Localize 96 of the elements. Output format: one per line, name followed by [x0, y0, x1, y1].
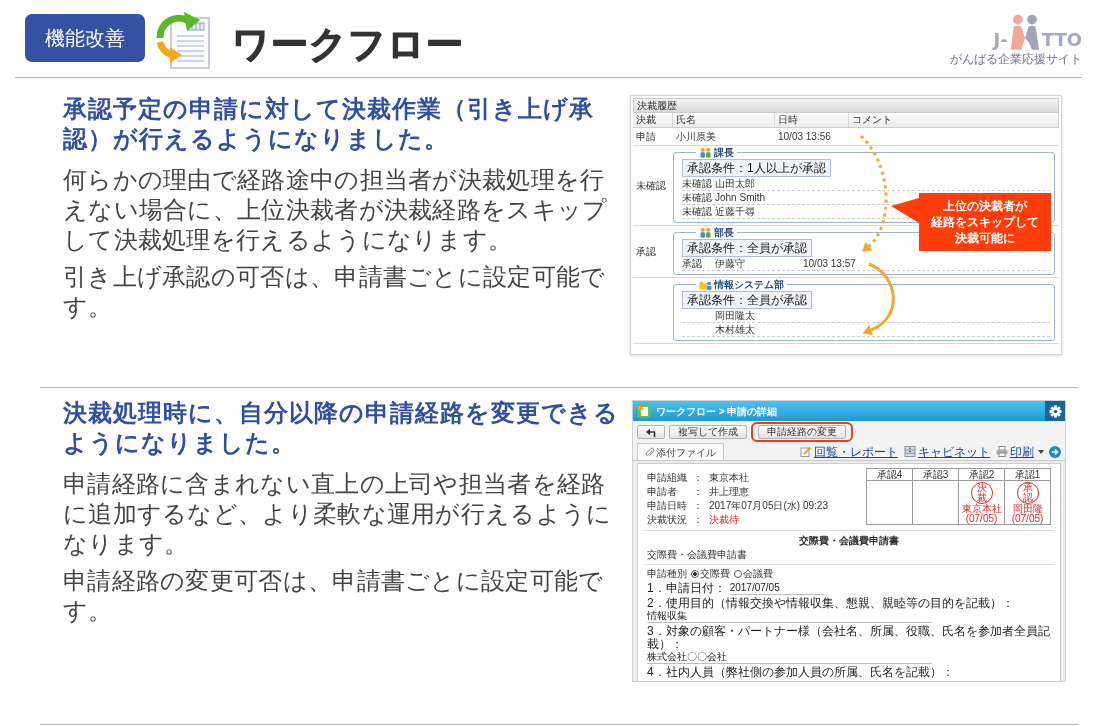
link[interactable]: 印刷 [1010, 444, 1034, 459]
stamp-name: 岡田隆 [1011, 504, 1044, 514]
approver-name: 近藤千尋 [715, 206, 755, 217]
approver-status: 未確認 [682, 206, 712, 217]
paperclip-icon [645, 447, 654, 457]
back-button[interactable] [637, 425, 665, 439]
field-label: 4．社内人員（弊社側の参加人員の所属、氏名を記載）： [647, 665, 954, 679]
page-title: ワークフロー [232, 22, 464, 67]
logo-tagline: がんばる企業応援サイト [950, 51, 1082, 66]
approver-status: 未確認 [682, 178, 712, 189]
panel-title: 決裁履歴 [633, 98, 1059, 113]
logo-text: TTO [1041, 29, 1082, 50]
field-label: 2．使用目的（情報交換や情報収集、懇親、親睦等の目的を記載）： [647, 596, 1014, 610]
radio-icon[interactable] [734, 570, 742, 578]
body-paragraph: 何らかの理由で経路途中の担当者が決裁処理を行えない場合に、上位決裁者が決裁経路をスキップして決裁処理を行えるようになります。 [63, 165, 609, 255]
field-value: 井上理恵 [709, 486, 750, 498]
breadcrumb: ワークフロー > 申請の詳細 [656, 405, 778, 417]
field-value: 決裁待 [709, 514, 740, 526]
group-legend: 情報システム部 [714, 279, 784, 290]
field-label: 3．対象の顧客・パートナー様（会社名、所属、役職、氏名を参加者全員記載）： [647, 624, 1050, 651]
colon-text: ： [693, 486, 703, 498]
approver-name: 伊藤守 [715, 258, 745, 269]
colon-text: ： [693, 500, 703, 512]
people-icon [699, 147, 712, 158]
column-header: 日時 [775, 113, 849, 128]
value-field: 株式会社〇〇会社 [647, 651, 932, 664]
caret-icon[interactable] [1038, 449, 1044, 454]
stamp-date: (07/05) [965, 514, 998, 524]
field-value: 東京本社 [709, 472, 750, 484]
cabinet-icon [904, 446, 916, 457]
link[interactable]: キャビネット [918, 444, 990, 459]
table-cell: 10/03 13:56 [778, 131, 831, 142]
logo-text: J- [993, 29, 1008, 50]
folder-people-icon [699, 279, 712, 290]
field-label: 申請日時 [647, 500, 687, 512]
stamp-name: 東京本社 [960, 504, 1003, 514]
category-badge: 機能改善 [25, 14, 145, 62]
radio-label[interactable]: 会議費 [743, 568, 773, 580]
body-paragraph: 申請経路に含まれない直上の上司や担当者を経路に追加するなど、より柔軟な運用が行えるようになります。 [63, 469, 613, 559]
condition-label: 承認条件：全員が承認 [682, 291, 812, 309]
printer-icon [996, 446, 1008, 457]
attachment-tab[interactable]: 添付ファイル [637, 443, 724, 460]
field-label: 決裁状況 [647, 514, 687, 526]
settings-icon[interactable] [1045, 401, 1065, 421]
section-heading: 承認予定の申請に対して決裁作業（引き上げ承認）が行えるようになりました。 [63, 94, 595, 154]
field-label: 申請者 [647, 486, 678, 498]
callout-text: 経路をスキップして [931, 214, 1039, 230]
colon-text: ： [693, 514, 703, 526]
approver-name: 山田太郎 [715, 178, 755, 189]
logo-people-icon [1009, 13, 1040, 50]
callout-text: 決裁可能に [955, 230, 1015, 246]
section-heading: 決裁処理時に、自分以降の申請経路を変更できるようになりました。 [63, 398, 620, 458]
table-cell: 承認 [636, 245, 656, 257]
radio-icon[interactable] [691, 570, 699, 578]
table-cell: 小川原美 [676, 131, 716, 142]
callout-text: 上位の決裁者が [943, 198, 1027, 214]
group-legend: 課長 [714, 147, 734, 158]
approver-name: 岡田隆太 [715, 310, 755, 321]
body-paragraph: 申請経路の変更可否は、申請書ごとに設定可能です。 [63, 566, 605, 626]
value-field: 2017/07/05 [729, 582, 825, 595]
approver-name: John Smith [715, 192, 766, 203]
form-title: 交際費・会議費申請書 [798, 535, 900, 547]
column-header: コメント [849, 113, 1059, 128]
people-icon [699, 227, 712, 238]
condition-label: 承認条件：1人以上が承認 [682, 159, 831, 177]
radio-label[interactable]: 交際費 [700, 568, 730, 580]
group-legend: 部長 [714, 227, 734, 238]
column-header: 承認3 [912, 468, 959, 481]
approver-status: 承認 [682, 258, 702, 269]
field-label: 申請種別 [647, 568, 687, 580]
stamp-date: (07/05) [1010, 514, 1045, 524]
toolbar-button[interactable]: 複写して作成 [669, 425, 747, 439]
pencil-document-icon [800, 446, 812, 457]
body-paragraph: 引き上げ承認の可否は、申請書ごとに設定可能です。 [63, 262, 607, 322]
link[interactable]: 回覧・レポート [814, 444, 898, 459]
condition-label: 承認条件：全員が承認 [682, 239, 812, 257]
approver-name: 木村雄太 [715, 324, 755, 335]
approver-status: 未確認 [682, 192, 712, 203]
column-header: 承認1 [1004, 468, 1051, 481]
form-subtitle: 交際費・会議費申請書 [644, 549, 1054, 565]
colon-text: ： [693, 472, 703, 484]
arrow-circle-icon[interactable] [1049, 445, 1061, 458]
column-header: 氏名 [673, 113, 775, 128]
value-field: 情報収集 [647, 610, 932, 623]
column-header: 承認2 [958, 468, 1005, 481]
column-header: 承認4 [866, 468, 913, 481]
table-cell: 未確認 [636, 179, 666, 191]
app-icon [637, 404, 651, 418]
field-label: 1．申請日付： [647, 582, 726, 595]
back-arrow-icon [646, 427, 656, 437]
field-value: 2017年07月05日(水) 09:23 [709, 500, 828, 512]
approval-time: 10/03 13:57 [803, 258, 856, 269]
toolbar-button[interactable]: 申請経路の変更 [758, 425, 846, 439]
field-label: 申請組織 [647, 472, 687, 484]
table-cell: 申請 [636, 131, 656, 142]
column-header: 決裁 [633, 113, 673, 128]
